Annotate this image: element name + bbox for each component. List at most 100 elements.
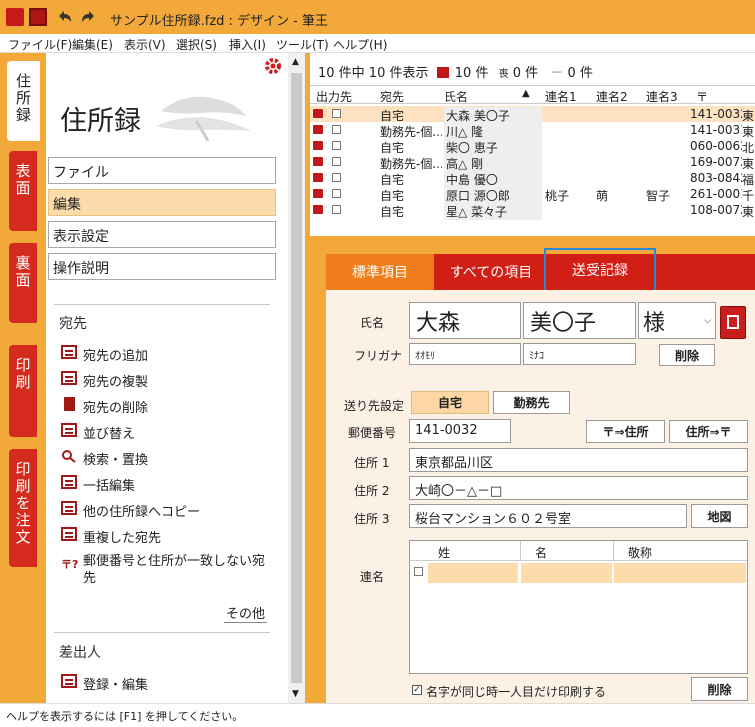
row-checkbox[interactable] bbox=[332, 157, 341, 166]
row-checkbox[interactable] bbox=[332, 109, 341, 118]
address-to-zip-button[interactable]: 住所⇒〒 bbox=[669, 420, 748, 443]
zip-label: 郵便番号 bbox=[348, 426, 397, 440]
renmei-sei-cell[interactable] bbox=[428, 563, 518, 583]
table-cell: 169-0072 bbox=[690, 155, 742, 169]
link-duplicate-address[interactable]: 宛先の複製 bbox=[61, 371, 148, 390]
printer-icon[interactable] bbox=[313, 205, 323, 214]
delete-renmei-button[interactable]: 削除 bbox=[691, 677, 748, 701]
link-label: 宛先の削除 bbox=[83, 401, 149, 416]
vtab-label: 印刷を注文 bbox=[13, 461, 32, 546]
link-zip-mismatch[interactable]: 〒? 郵便番号と住所が一致しない宛先 bbox=[61, 553, 271, 587]
menu-tools[interactable]: ツール(T) bbox=[276, 36, 329, 53]
col-renmei3[interactable]: 連名3 bbox=[646, 88, 678, 105]
scroll-down-icon[interactable]: ▼ bbox=[292, 689, 299, 699]
renmei-header: 姓 名 敬称 bbox=[410, 541, 747, 561]
col-destination[interactable]: 宛先 bbox=[380, 88, 404, 105]
search-icon bbox=[61, 449, 77, 463]
tab-all-items[interactable]: すべての項目 bbox=[436, 254, 546, 290]
menu-file[interactable]: ファイル(F) bbox=[8, 36, 72, 53]
link-add-address[interactable]: 宛先の追加 bbox=[61, 345, 148, 364]
table-row[interactable]: 自宅柴〇 恵子060-0062北 bbox=[310, 138, 755, 156]
link-delete-address[interactable]: 宛先の削除 bbox=[61, 397, 148, 416]
home-button[interactable]: 自宅 bbox=[411, 391, 489, 414]
surname-field[interactable]: 大森 bbox=[409, 302, 521, 339]
dash-label: － bbox=[550, 66, 564, 81]
tab-send-receive-log[interactable]: 送受記録 bbox=[544, 248, 656, 292]
link-bulk-edit[interactable]: 一括編集 bbox=[61, 475, 135, 494]
renmei-mei-cell[interactable] bbox=[521, 563, 612, 583]
undo-icon[interactable] bbox=[55, 8, 73, 26]
row-checkbox[interactable] bbox=[332, 189, 341, 198]
scrollbar-thumb[interactable] bbox=[291, 73, 302, 683]
sidebar-button-manual[interactable]: 操作説明 bbox=[48, 253, 276, 280]
menu-edit[interactable]: 編集(E) bbox=[72, 36, 113, 53]
furigana-sei-field[interactable]: ｵｵﾓﾘ bbox=[409, 343, 521, 365]
menu-select[interactable]: 選択(S) bbox=[176, 36, 217, 53]
row-checkbox[interactable] bbox=[332, 205, 341, 214]
furigana-mei-field[interactable]: ﾐﾅｺ bbox=[523, 343, 636, 365]
vtab-print[interactable]: 印刷 bbox=[9, 345, 37, 437]
row-checkbox[interactable] bbox=[332, 173, 341, 182]
table-row[interactable]: 自宅中島 優〇803-0842福 bbox=[310, 170, 755, 188]
address3-field[interactable]: 桜台マンション６０２号室 bbox=[409, 504, 687, 528]
table-row[interactable]: 勤務先-個...川△ 隆141-0031東 bbox=[310, 122, 755, 140]
tab-standard[interactable]: 標準項目 bbox=[326, 254, 434, 290]
scroll-up-icon[interactable]: ▲ bbox=[292, 57, 299, 67]
col-renmei1[interactable]: 連名1 bbox=[545, 88, 577, 105]
given-name-field[interactable]: 美〇子 bbox=[523, 302, 636, 339]
renmei-honorific-cell[interactable] bbox=[614, 563, 746, 583]
add-address-icon bbox=[61, 345, 77, 359]
title-bar: サンプル住所録.fzd : デザイン - 筆王 bbox=[0, 0, 755, 34]
col-renmei2[interactable]: 連名2 bbox=[596, 88, 628, 105]
redo-icon[interactable] bbox=[80, 8, 98, 26]
renmei-row-checkbox[interactable] bbox=[414, 567, 423, 576]
address3-label: 住所 3 bbox=[354, 512, 390, 526]
vtab-print-order[interactable]: 印刷を注文 bbox=[9, 449, 37, 567]
vtab-address-book[interactable]: 住所録 bbox=[7, 61, 40, 141]
zip-to-address-button[interactable]: 〒⇒住所 bbox=[586, 420, 665, 443]
link-duplicate-entries[interactable]: 重複した宛先 bbox=[61, 527, 161, 546]
table-row[interactable]: 自宅 星△ 菜々子 108-0072東 bbox=[310, 202, 755, 220]
table-row[interactable]: 自宅大森 美〇子141-0032東 bbox=[310, 106, 755, 124]
col-output[interactable]: 出力先 bbox=[316, 88, 352, 105]
printer-icon[interactable] bbox=[313, 141, 323, 150]
col-name[interactable]: 氏名 bbox=[444, 88, 468, 105]
address-book-icon[interactable] bbox=[720, 306, 746, 339]
zip-field[interactable]: 141-0032 bbox=[409, 419, 511, 443]
map-button[interactable]: 地図 bbox=[691, 504, 748, 528]
settings-gear-icon[interactable] bbox=[264, 57, 282, 75]
work-button[interactable]: 勤務先 bbox=[493, 391, 570, 414]
link-copy-to-other-book[interactable]: 他の住所録へコピー bbox=[61, 501, 200, 520]
row-checkbox[interactable] bbox=[332, 125, 341, 134]
menu-insert[interactable]: 挿入(I) bbox=[229, 36, 266, 53]
table-row[interactable]: 勤務先-個...高△ 剛169-0072東 bbox=[310, 154, 755, 172]
honorific-select[interactable]: 様 ⌵ bbox=[638, 302, 716, 339]
printer-icon[interactable] bbox=[313, 125, 323, 134]
table-row[interactable]: 自宅原口 源〇郎桃子萌智子261-0001千 bbox=[310, 186, 755, 204]
link-label: 宛先の追加 bbox=[83, 349, 149, 364]
sidebar-button-display-settings[interactable]: 表示設定 bbox=[48, 221, 276, 248]
address1-field[interactable]: 東京都品川区 bbox=[409, 448, 748, 472]
printer-icon[interactable] bbox=[313, 189, 323, 198]
vtab-front[interactable]: 表面 bbox=[9, 151, 37, 231]
printer-icon[interactable] bbox=[313, 157, 323, 166]
address2-field[interactable]: 大崎〇－△－□ bbox=[409, 476, 748, 500]
sidebar-button-edit[interactable]: 編集 bbox=[48, 189, 276, 216]
menu-view[interactable]: 表示(V) bbox=[124, 36, 166, 53]
same-surname-checkbox[interactable]: ✓ bbox=[412, 685, 422, 695]
link-search-replace[interactable]: 検索・置換 bbox=[61, 449, 148, 468]
link-sort[interactable]: 並び替え bbox=[61, 423, 135, 442]
more-link[interactable]: その他 bbox=[224, 603, 268, 623]
sidebar-scrollbar[interactable]: ▲ ▼ bbox=[288, 53, 305, 703]
printer-icon[interactable] bbox=[313, 109, 323, 118]
printer-icon[interactable] bbox=[313, 173, 323, 182]
sidebar-button-file[interactable]: ファイル bbox=[48, 157, 276, 184]
link-sender-register-edit[interactable]: 登録・編集 bbox=[61, 674, 148, 693]
address2-label: 住所 2 bbox=[354, 484, 390, 498]
save-icon[interactable] bbox=[29, 8, 47, 26]
delete-name-button[interactable]: 削除 bbox=[659, 344, 715, 366]
col-zip[interactable]: 〒 bbox=[696, 88, 708, 105]
row-checkbox[interactable] bbox=[332, 141, 341, 150]
vtab-back[interactable]: 裏面 bbox=[9, 243, 37, 323]
menu-help[interactable]: ヘルプ(H) bbox=[333, 36, 387, 53]
